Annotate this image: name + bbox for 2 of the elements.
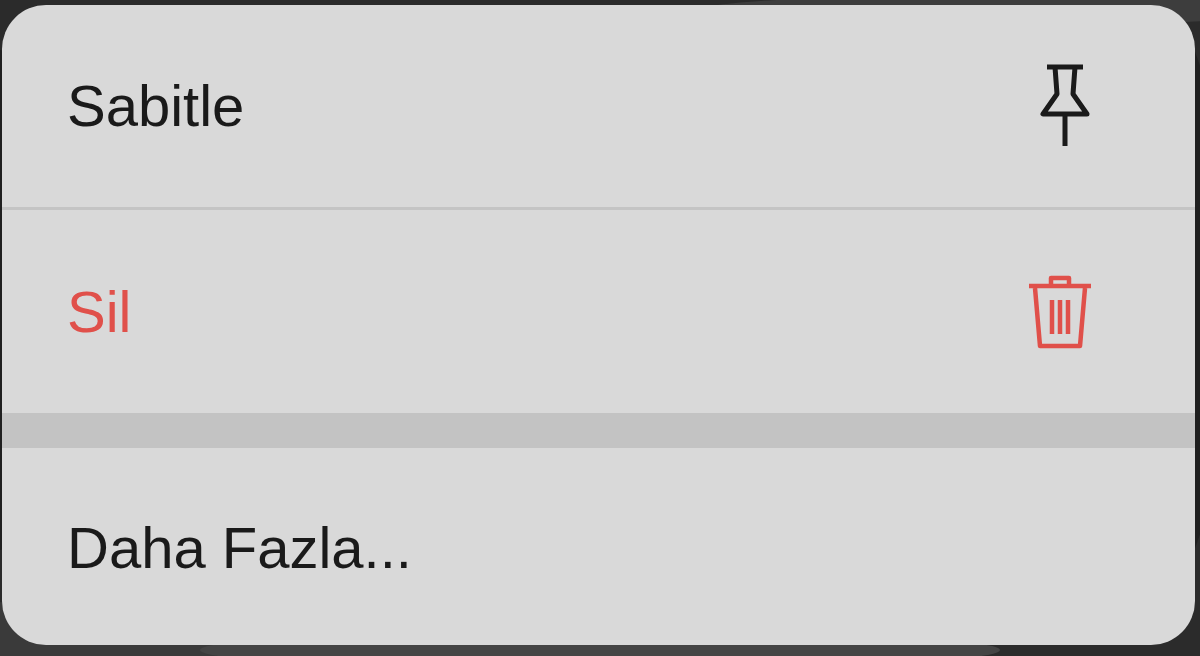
menu-item[interactable]: Daha Fazla... — [2, 448, 1195, 645]
menu-item[interactable]: Sabitle — [2, 5, 1195, 207]
